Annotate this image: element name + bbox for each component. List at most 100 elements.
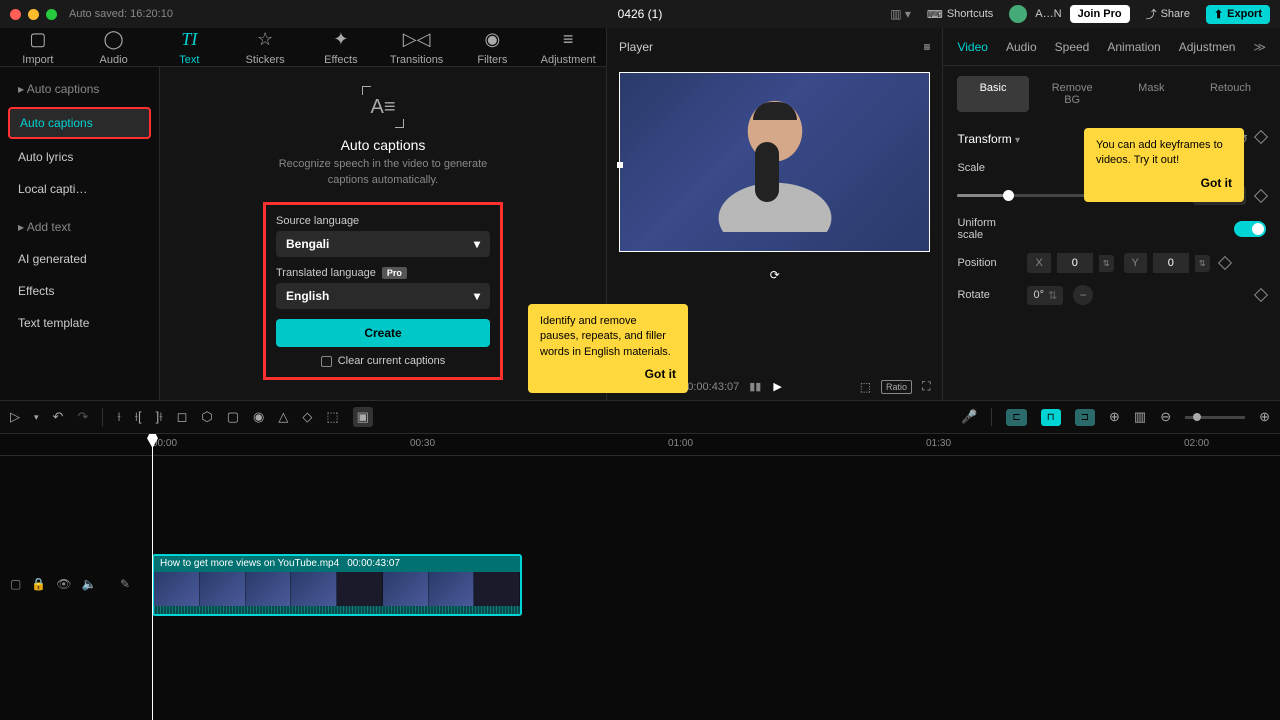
shortcuts-button[interactable]: ⌨ Shortcuts bbox=[919, 5, 1001, 24]
window-controls bbox=[10, 9, 57, 20]
join-pro-button[interactable]: Join Pro bbox=[1070, 5, 1130, 23]
uniform-scale-toggle[interactable] bbox=[1234, 221, 1266, 237]
zoom-in-icon[interactable]: ⊕ bbox=[1259, 409, 1270, 425]
layout-icon[interactable]: ▥ bbox=[1134, 409, 1146, 425]
create-button[interactable]: Create bbox=[276, 319, 490, 347]
close-window[interactable] bbox=[10, 9, 21, 20]
sidebar-group-auto-captions[interactable]: ▸ Auto captions bbox=[8, 75, 151, 103]
source-language-select[interactable]: Bengali▾ bbox=[276, 231, 490, 257]
undo-button[interactable]: ↶ bbox=[53, 409, 64, 425]
sidebar-item-auto-lyrics[interactable]: Auto lyrics bbox=[8, 143, 151, 171]
project-title: 0426 (1) bbox=[618, 7, 663, 21]
split-tool[interactable]: ⟊ bbox=[117, 409, 120, 425]
mirror-tool[interactable]: △ bbox=[278, 409, 288, 425]
rotate-value[interactable]: 0°⇅ bbox=[1027, 286, 1063, 305]
split-left-tool[interactable]: ⟊[ bbox=[135, 409, 142, 425]
track-visible-icon[interactable]: 👁 bbox=[56, 577, 71, 591]
snap-middle[interactable]: ⊓ bbox=[1041, 409, 1061, 426]
sidebar-group-add-text[interactable]: ▸ Add text bbox=[8, 213, 151, 241]
sidebar-item-text-template[interactable]: Text template bbox=[8, 309, 151, 337]
crop-tool[interactable]: ◻ bbox=[177, 409, 188, 425]
redo-button[interactable]: ↷ bbox=[77, 409, 88, 425]
volume-bars-icon[interactable]: ▮▮ bbox=[749, 380, 761, 393]
link-icon[interactable]: ⊕ bbox=[1109, 409, 1120, 425]
tooltip-got-it-button[interactable]: Got it bbox=[1096, 175, 1232, 192]
split-right-tool[interactable]: ]⟊ bbox=[156, 409, 163, 425]
tab-filters[interactable]: ◉Filters bbox=[455, 28, 531, 66]
tooltip-filler-words: Identify and remove pauses, repeats, and… bbox=[528, 304, 688, 393]
layout-icon[interactable]: ▥ ▾ bbox=[890, 7, 911, 21]
frame-tool[interactable]: ▢ bbox=[227, 409, 239, 425]
mic-icon[interactable]: 🎤 bbox=[961, 409, 977, 425]
rotate-tool[interactable]: ◇ bbox=[302, 409, 312, 425]
video-preview[interactable] bbox=[619, 72, 930, 252]
prop-tab-adjustment[interactable]: Adjustmen bbox=[1179, 40, 1236, 54]
track-edit-icon[interactable]: ✎ bbox=[120, 577, 130, 591]
x-value[interactable]: 0 bbox=[1057, 253, 1093, 273]
y-stepper[interactable]: ⇅ bbox=[1195, 255, 1210, 272]
share-button[interactable]: ⤴ Share bbox=[1138, 3, 1198, 25]
playhead[interactable] bbox=[152, 434, 153, 720]
scale-keyframe[interactable] bbox=[1254, 188, 1268, 202]
time-ruler[interactable]: 00:00 00:30 01:00 01:30 02:00 bbox=[0, 434, 1280, 456]
player-menu-icon[interactable]: ≡ bbox=[923, 40, 930, 54]
frame-icon[interactable]: ⬚ bbox=[860, 380, 871, 394]
prop-tab-speed[interactable]: Speed bbox=[1055, 40, 1090, 54]
subtab-mask[interactable]: Mask bbox=[1116, 76, 1187, 112]
crop2-tool[interactable]: ⬚ bbox=[326, 409, 338, 425]
tab-import[interactable]: ▢Import bbox=[0, 28, 76, 66]
rotate-dial[interactable]: − bbox=[1073, 285, 1093, 305]
tab-adjustment[interactable]: ≡Adjustment bbox=[530, 28, 606, 66]
prop-tab-audio[interactable]: Audio bbox=[1006, 40, 1037, 54]
sidebar-item-auto-captions[interactable]: Auto captions bbox=[8, 107, 151, 139]
ratio-button[interactable]: Ratio bbox=[881, 380, 912, 394]
sidebar-item-local-captions[interactable]: Local capti… bbox=[8, 175, 151, 203]
record-icon[interactable]: ◉ bbox=[253, 409, 264, 425]
subtab-basic[interactable]: Basic bbox=[957, 76, 1028, 112]
shield-icon[interactable]: ⬡ bbox=[201, 409, 212, 425]
cursor-tool[interactable]: ▷ bbox=[10, 409, 20, 425]
timeline[interactable]: 00:00 00:30 01:00 01:30 02:00 ▢ 🔒 👁 🔈 ✎ … bbox=[0, 434, 1280, 720]
prop-tab-animation[interactable]: Animation bbox=[1107, 40, 1160, 54]
zoom-out-icon[interactable]: ⊖ bbox=[1160, 409, 1171, 425]
fullscreen-icon[interactable]: ⛶ bbox=[922, 379, 930, 394]
ruler-tick: 02:00 bbox=[1184, 438, 1209, 449]
snap-end[interactable]: ⊐ bbox=[1075, 409, 1095, 426]
track-lock-icon[interactable]: 🔒 bbox=[31, 577, 46, 591]
position-keyframe[interactable] bbox=[1217, 256, 1231, 270]
autosave-status: Auto saved: 16:20:10 bbox=[69, 8, 173, 20]
keyframe-icon[interactable] bbox=[1254, 130, 1268, 144]
x-stepper[interactable]: ⇅ bbox=[1099, 255, 1114, 272]
rotate-keyframe[interactable] bbox=[1254, 288, 1268, 302]
media-tabs: ▢Import ◯Audio TIText ☆Stickers ✦Effects… bbox=[0, 28, 606, 67]
enhance-tool[interactable]: ▣ bbox=[353, 407, 373, 427]
more-icon[interactable]: ≫ bbox=[1253, 40, 1266, 54]
y-value[interactable]: 0 bbox=[1153, 253, 1189, 273]
snap-start[interactable]: ⊏ bbox=[1006, 409, 1026, 426]
uniform-scale-label: Uniform scale bbox=[957, 217, 1017, 241]
sync-icon[interactable]: ⟳ bbox=[770, 268, 780, 282]
tab-stickers[interactable]: ☆Stickers bbox=[227, 28, 303, 66]
avatar[interactable] bbox=[1009, 5, 1027, 23]
tooltip-got-it-button[interactable]: Got it bbox=[540, 366, 676, 383]
transform-section[interactable]: Transform ▾ bbox=[957, 132, 1020, 146]
clear-captions-checkbox[interactable]: Clear current captions bbox=[276, 355, 490, 367]
cursor-dropdown[interactable]: ▾ bbox=[34, 412, 39, 423]
tab-audio[interactable]: ◯Audio bbox=[76, 28, 152, 66]
track-collapse-icon[interactable]: ▢ bbox=[10, 577, 21, 591]
tab-transitions[interactable]: ▷◁Transitions bbox=[379, 28, 455, 66]
sidebar-item-effects[interactable]: Effects bbox=[8, 277, 151, 305]
video-clip[interactable]: How to get more views on YouTube.mp4 00:… bbox=[152, 554, 522, 616]
minimize-window[interactable] bbox=[28, 9, 39, 20]
play-button[interactable]: ▶ bbox=[773, 380, 781, 393]
export-button[interactable]: ⬆ Export bbox=[1206, 5, 1270, 24]
tab-effects[interactable]: ✦Effects bbox=[303, 28, 379, 66]
sidebar-item-ai-generated[interactable]: AI generated bbox=[8, 245, 151, 273]
tab-text[interactable]: TIText bbox=[152, 28, 228, 66]
subtab-retouch[interactable]: Retouch bbox=[1195, 76, 1266, 112]
track-mute-icon[interactable]: 🔈 bbox=[82, 577, 97, 591]
maximize-window[interactable] bbox=[46, 9, 57, 20]
prop-tab-video[interactable]: Video bbox=[957, 40, 987, 54]
translated-language-select[interactable]: English▾ bbox=[276, 283, 490, 309]
subtab-remove-bg[interactable]: Remove BG bbox=[1037, 76, 1108, 112]
